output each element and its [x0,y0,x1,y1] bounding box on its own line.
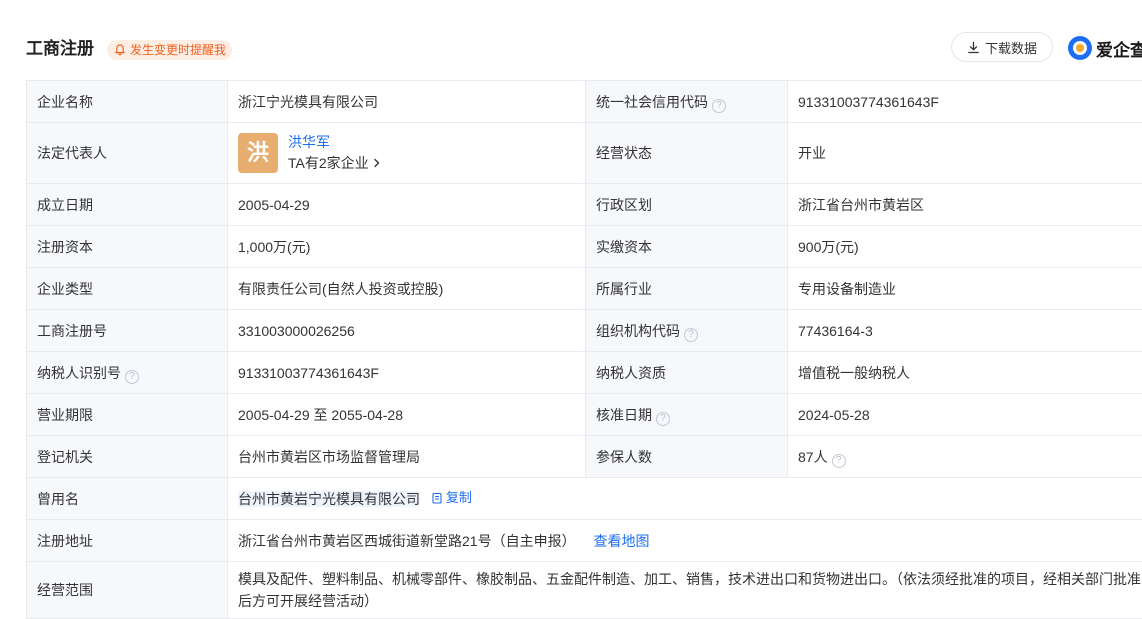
insured-label: 参保人数 [585,435,788,478]
table-row: 注册地址 浙江省台州市黄岩区西城街道新堂路21号（自主申报） 查看地图 [26,519,1142,562]
reg-no-value: 331003000026256 [227,309,586,352]
industry-value: 专用设备制造业 [787,267,1142,310]
table-row: 企业类型 有限责任公司(自然人投资或控股) 所属行业 专用设备制造业 [26,267,1142,310]
status-label: 经营状态 [585,122,788,184]
legal-rep-person: 洪 洪华军 TA有2家企业 [238,132,575,174]
legal-rep-info: 洪华军 TA有2家企业 [288,132,382,174]
insured-value: 87人 [798,448,828,465]
legal-rep-companies-link[interactable]: TA有2家企业 [288,152,382,174]
taxpayer-id-value: 91331003774361643F [227,351,586,394]
paid-capital-value: 900万(元) [787,225,1142,268]
question-icon[interactable]: ? [656,411,670,426]
legal-rep-cell: 洪 洪华军 TA有2家企业 [227,122,586,184]
address-value: 浙江省台州市黄岩区西城街道新堂路21号（自主申报） [238,532,576,549]
founded-value: 2005-04-29 [227,183,586,226]
legal-rep-label: 法定代表人 [26,122,228,184]
taxpayer-qual-label: 纳税人资质 [585,351,788,394]
address-cell: 浙江省台州市黄岩区西城街道新堂路21号（自主申报） 查看地图 [227,519,1142,562]
question-icon[interactable]: ? [684,327,698,342]
avatar[interactable]: 洪 [238,133,278,173]
founded-label: 成立日期 [26,183,228,226]
question-icon[interactable]: ? [125,369,139,384]
paid-capital-label: 实缴资本 [585,225,788,268]
table-row: 企业名称 浙江宁光模具有限公司 统一社会信用代码? 91331003774361… [26,80,1142,123]
copy-label: 复制 [445,490,472,505]
section-title: 工商注册 [26,39,94,58]
change-remind-button[interactable]: 发生变更时提醒我 [107,40,233,60]
region-value: 浙江省台州市黄岩区 [787,183,1142,226]
section-header: 工商注册 发生变更时提醒我 下载数据 爱企查 [0,0,1142,80]
table-row: 曾用名 台州市黄岩宁光模具有限公司 复制 [26,477,1142,520]
change-remind-label: 发生变更时提醒我 [130,43,227,57]
brand-name: 爱企查 [1096,40,1142,60]
taxpayer-qual-value: 增值税一般纳税人 [787,351,1142,394]
legal-rep-companies-label: TA有2家企业 [288,155,369,171]
status-value: 开业 [787,122,1142,184]
taxpayer-id-label: 纳税人识别号 [37,364,121,381]
download-data-button[interactable]: 下载数据 [951,32,1053,62]
authority-value: 台州市黄岩区市场监督管理局 [227,435,586,478]
reg-capital-label: 注册资本 [26,225,228,268]
brand-logo[interactable]: 爱企查 [1068,35,1142,61]
question-icon[interactable]: ? [831,453,846,468]
copy-button[interactable]: 复制 [432,487,472,509]
scope-value: 模具及配件、塑料制品、机械零部件、橡胶制品、五金配件制造、加工、销售，技术进出口… [227,561,1142,619]
term-label: 营业期限 [26,393,228,436]
company-type-value: 有限责任公司(自然人投资或控股) [227,267,586,310]
address-label: 注册地址 [26,519,228,562]
term-value: 2005-04-29 至 2055-04-28 [227,393,586,436]
credit-code-value: 91331003774361643F [787,80,1142,123]
table-row: 注册资本 1,000万(元) 实缴资本 900万(元) [26,225,1142,268]
former-name-label: 曾用名 [26,477,228,520]
former-name-value: 台州市黄岩宁光模具有限公司 [238,491,420,507]
table-row: 营业期限 2005-04-29 至 2055-04-28 核准日期? 2024-… [26,393,1142,436]
table-row: 成立日期 2005-04-29 行政区划 浙江省台州市黄岩区 [26,183,1142,226]
question-icon[interactable]: ? [712,98,726,113]
credit-code-label: 统一社会信用代码 [596,93,708,110]
brand-logo-icon [1068,36,1092,60]
taxpayer-id-label-cell: 纳税人识别号? [26,351,228,394]
view-map-link[interactable]: 查看地图 [593,533,649,549]
authority-label: 登记机关 [26,435,228,478]
table-row: 纳税人识别号? 91331003774361643F 纳税人资质 增值税一般纳税… [26,351,1142,394]
reg-capital-value: 1,000万(元) [227,225,586,268]
download-data-label: 下载数据 [984,40,1037,56]
insured-value-cell: 87人? [787,435,1142,478]
reg-no-label: 工商注册号 [26,309,228,352]
company-name-value: 浙江宁光模具有限公司 [227,80,586,123]
table-row: 登记机关 台州市黄岩区市场监督管理局 参保人数 87人? [26,435,1142,478]
table-row: 经营范围 模具及配件、塑料制品、机械零部件、橡胶制品、五金配件制造、加工、销售，… [26,561,1142,619]
bell-icon [115,44,125,56]
chevron-right-icon [373,158,379,168]
business-registration-table: 企业名称 浙江宁光模具有限公司 统一社会信用代码? 91331003774361… [26,80,1142,619]
org-code-label: 组织机构代码 [596,322,680,339]
table-row: 工商注册号 331003000026256 组织机构代码? 77436164-3 [26,309,1142,352]
credit-code-label-cell: 统一社会信用代码? [585,80,788,123]
region-label: 行政区划 [585,183,788,226]
former-name-cell: 台州市黄岩宁光模具有限公司 复制 [227,477,1142,520]
download-icon [968,41,979,53]
org-code-label-cell: 组织机构代码? [585,309,788,352]
approval-date-value: 2024-05-28 [787,393,1142,436]
approval-date-label: 核准日期 [596,406,652,423]
industry-label: 所属行业 [585,267,788,310]
table-row: 法定代表人 洪 洪华军 TA有2家企业 经营状态 开业 [26,122,1142,184]
company-name-label: 企业名称 [26,80,228,123]
scope-label: 经营范围 [26,561,228,619]
approval-date-label-cell: 核准日期? [585,393,788,436]
copy-icon [432,492,442,504]
company-type-label: 企业类型 [26,267,228,310]
org-code-value: 77436164-3 [787,309,1142,352]
legal-rep-name-link[interactable]: 洪华军 [288,132,382,152]
